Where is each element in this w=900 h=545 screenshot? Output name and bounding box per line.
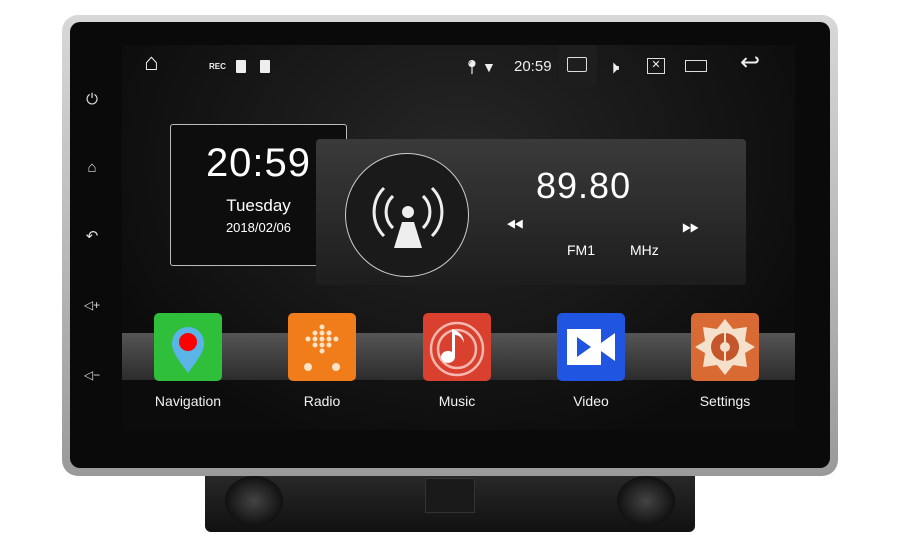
sd-card-icon xyxy=(260,60,270,73)
music-icon xyxy=(423,313,491,381)
back-icon[interactable]: ↶ xyxy=(82,227,102,247)
volume-up-icon[interactable]: ◁+ xyxy=(82,295,102,315)
radio-frequency: 89.80 xyxy=(536,165,632,206)
app-label: Settings xyxy=(699,393,751,409)
recent-apps-icon[interactable] xyxy=(685,60,707,72)
navigation-icon xyxy=(154,313,222,381)
wifi-icon: ▼ xyxy=(482,59,496,75)
radio-unit: MHz xyxy=(630,242,659,258)
video-icon xyxy=(557,313,625,381)
app-label: Radio xyxy=(303,393,341,409)
camera-icon[interactable] xyxy=(567,57,587,72)
app-music[interactable]: Music xyxy=(407,313,507,409)
mounting-bracket xyxy=(205,470,695,532)
sd-card-icon xyxy=(236,60,246,73)
app-label: Music xyxy=(438,393,476,409)
location-icon: 📍︎ xyxy=(463,59,481,75)
app-video[interactable]: Video xyxy=(541,313,641,409)
radio-antenna-icon xyxy=(345,153,469,277)
app-navigation[interactable]: Navigation xyxy=(138,313,238,409)
home-icon[interactable]: ⌂ xyxy=(144,51,159,75)
status-time: 20:59 xyxy=(514,58,552,75)
seek-forward-button[interactable]: ⏩︎ xyxy=(682,213,700,239)
app-label: Navigation xyxy=(154,393,222,409)
seek-back-button[interactable]: ⏪︎ xyxy=(506,213,524,239)
rec-icon: REC xyxy=(209,62,226,71)
radio-band: FM1 xyxy=(567,242,595,258)
radio-icon xyxy=(288,313,356,381)
close-window-icon[interactable]: ✕ xyxy=(647,58,665,74)
settings-icon xyxy=(691,313,759,381)
app-settings[interactable]: Settings xyxy=(675,313,775,409)
app-radio[interactable]: Radio xyxy=(272,313,372,409)
volume-down-icon[interactable]: ◁− xyxy=(82,365,102,385)
screen: ⌂ REC 📍︎ ▼ 20:59 🕨︎ ✕ ↩ 20:59 Tuesday 20… xyxy=(122,45,795,430)
back-icon[interactable]: ↩ xyxy=(740,51,760,75)
power-icon[interactable]: ⏻ xyxy=(82,90,102,110)
home-icon[interactable]: ⌂ xyxy=(82,158,102,178)
app-label: Video xyxy=(573,393,609,409)
radio-widget[interactable]: 89.80 ⏪︎ ⏩︎ FM1 MHz xyxy=(316,139,746,285)
volume-icon[interactable]: 🕨︎ xyxy=(608,55,619,79)
